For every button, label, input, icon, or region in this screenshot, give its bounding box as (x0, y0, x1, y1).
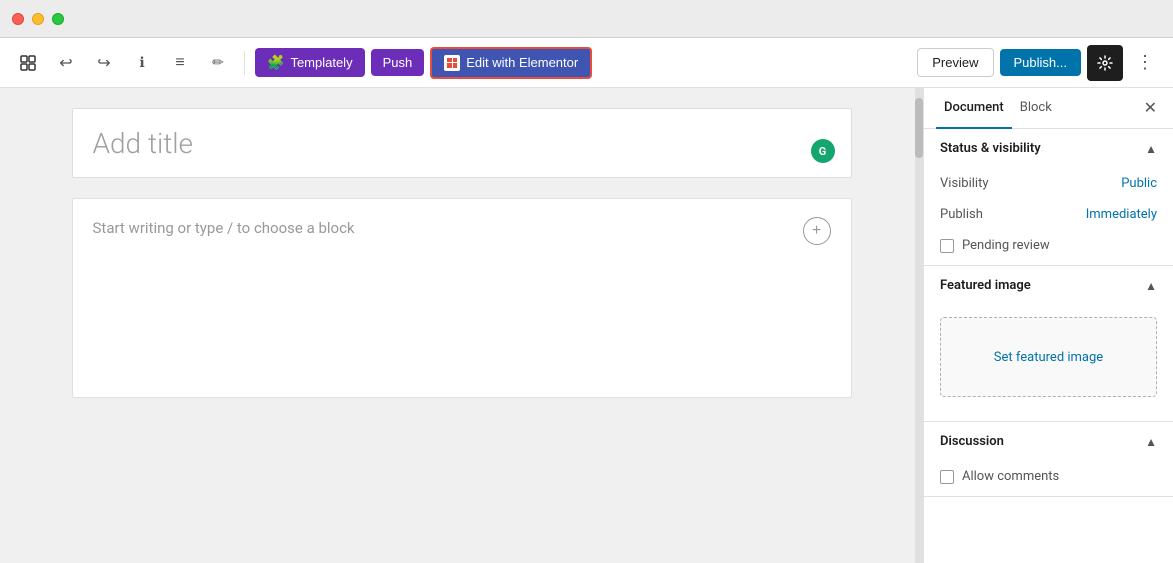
publish-value[interactable]: Immediately (1086, 207, 1157, 222)
publish-row: Publish Immediately (924, 199, 1173, 230)
pending-review-row: Pending review (924, 230, 1173, 265)
featured-chevron-up-icon: ▲ (1145, 279, 1157, 293)
chevron-up-icon: ▲ (1145, 142, 1157, 156)
tab-document[interactable]: Document (936, 88, 1012, 129)
tab-block[interactable]: Block (1012, 88, 1060, 129)
discussion-title: Discussion (940, 434, 1004, 449)
pending-review-checkbox[interactable] (940, 239, 954, 253)
scrollbar-track (915, 88, 923, 563)
edit-with-elementor-button[interactable]: Edit with Elementor (430, 47, 592, 79)
visibility-row: Visibility Public (924, 168, 1173, 199)
grammarly-icon: G (811, 139, 835, 163)
status-visibility-section: Status & visibility ▲ Visibility Public … (924, 129, 1173, 266)
divider-1 (244, 51, 245, 75)
titlebar (0, 0, 1173, 38)
undo-button[interactable]: ↩ (50, 47, 82, 79)
publish-button[interactable]: Publish... (1000, 49, 1081, 76)
info-button[interactable]: ℹ (126, 47, 158, 79)
editor-area: Add title G Start writing or type / to c… (0, 88, 923, 563)
publish-label: Publish... (1014, 55, 1067, 70)
pending-review-label: Pending review (962, 238, 1050, 253)
push-button[interactable]: Push (371, 49, 425, 76)
status-visibility-header[interactable]: Status & visibility ▲ (924, 129, 1173, 168)
push-label: Push (383, 55, 413, 70)
redo-button[interactable]: ↪ (88, 47, 120, 79)
set-featured-image-label: Set featured image (994, 350, 1103, 365)
more-options-button[interactable]: ⋮ (1129, 47, 1161, 79)
templately-label: Templately (290, 55, 352, 70)
preview-label: Preview (932, 55, 978, 70)
allow-comments-label: Allow comments (962, 469, 1059, 484)
discussion-section: Discussion ▲ Allow comments (924, 422, 1173, 497)
status-visibility-title: Status & visibility (940, 141, 1041, 156)
elementor-label: Edit with Elementor (466, 55, 578, 70)
discussion-header[interactable]: Discussion ▲ (924, 422, 1173, 461)
featured-image-box[interactable]: Set featured image (940, 317, 1157, 397)
templately-button[interactable]: 🧩 Templately (255, 48, 365, 77)
publish-label: Publish (940, 207, 983, 222)
maximize-button[interactable] (52, 13, 64, 25)
add-block-toolbar-button[interactable] (12, 47, 44, 79)
toolbar: ↩ ↪ ℹ ≡ ✏ 🧩 Templately Push Edit with El… (0, 38, 1173, 88)
list-view-button[interactable]: ≡ (164, 47, 196, 79)
allow-comments-row: Allow comments (924, 461, 1173, 496)
edit-button[interactable]: ✏ (202, 47, 234, 79)
visibility-label: Visibility (940, 176, 989, 191)
editor-body[interactable]: Start writing or type / to choose a bloc… (72, 198, 852, 398)
body-placeholder: Start writing or type / to choose a bloc… (93, 219, 355, 237)
preview-button[interactable]: Preview (917, 48, 993, 77)
title-input-wrapper[interactable]: Add title G (72, 108, 852, 178)
main-layout: Add title G Start writing or type / to c… (0, 88, 1173, 563)
featured-image-header[interactable]: Featured image ▲ (924, 266, 1173, 305)
close-button[interactable] (12, 13, 24, 25)
settings-button[interactable] (1087, 45, 1123, 81)
templately-icon: 🧩 (267, 54, 284, 71)
scrollbar-thumb[interactable] (915, 98, 923, 158)
add-block-button[interactable]: + (803, 217, 831, 245)
discussion-chevron-up-icon: ▲ (1145, 435, 1157, 449)
title-placeholder: Add title (93, 127, 194, 160)
featured-image-title: Featured image (940, 278, 1031, 293)
sidebar: Document Block ✕ Status & visibility ▲ V… (923, 88, 1173, 563)
sidebar-tabs: Document Block ✕ (924, 88, 1173, 129)
featured-image-section: Featured image ▲ Set featured image (924, 266, 1173, 422)
elementor-icon (444, 55, 460, 71)
visibility-value[interactable]: Public (1121, 176, 1157, 191)
sidebar-close-button[interactable]: ✕ (1140, 90, 1161, 126)
allow-comments-checkbox[interactable] (940, 470, 954, 484)
minimize-button[interactable] (32, 13, 44, 25)
editor-content: Add title G Start writing or type / to c… (72, 108, 852, 398)
